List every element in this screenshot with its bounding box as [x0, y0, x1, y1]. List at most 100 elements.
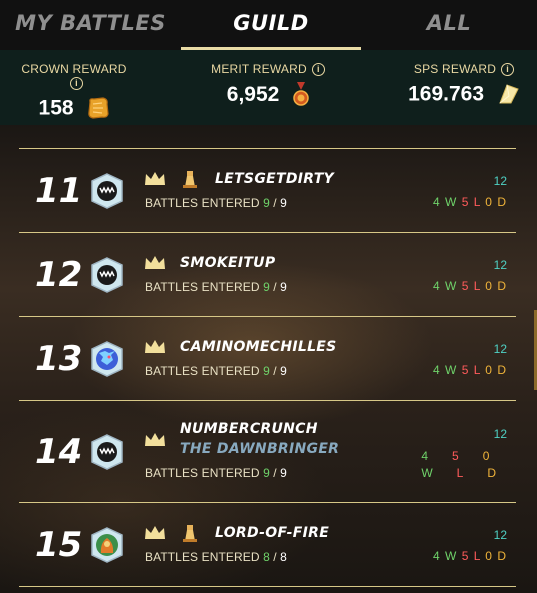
losses-count: 5 — [461, 195, 470, 209]
dragon-avatar-icon — [91, 341, 123, 377]
merit-reward-label: MERIT REWARD — [211, 62, 307, 76]
player-name-text: NUMBERCRUNCH — [180, 421, 318, 437]
monster-avatar-icon — [91, 173, 123, 209]
monster-avatar-icon — [91, 257, 123, 293]
wins-count: 4 — [421, 449, 428, 463]
wins-letter: W — [421, 466, 433, 480]
battles-entered-count: 9 — [263, 196, 270, 210]
crown-reward: CROWN REWARDi 158 — [14, 62, 134, 120]
merit-medal-icon — [293, 82, 309, 106]
wld-counts-row: 4 5 0 — [421, 449, 496, 463]
crown-icon — [145, 172, 165, 185]
win-loss-draw: 4 W 5 L 0 D — [433, 279, 507, 293]
wins-letter: W — [445, 195, 458, 209]
player-name-text: CAMINOMECHILLES — [180, 339, 337, 355]
player-score: 12 — [493, 174, 507, 188]
battles-entered-count: 9 — [263, 466, 270, 480]
player-name: LORD-OF-FIRE — [215, 523, 329, 543]
merit-reward-label-row: MERIT REWARD i — [203, 62, 333, 76]
battles-entered-count: 9 — [263, 280, 270, 294]
sps-reward-label: SPS REWARD — [413, 62, 497, 76]
battles-entered-count: 8 — [263, 550, 270, 564]
draws-count: 0 — [485, 195, 493, 209]
guild-tower-icon — [183, 525, 197, 542]
losses-letter: L — [473, 279, 481, 293]
losses-letter: L — [473, 549, 481, 563]
merit-reward-value: 6,952 — [226, 83, 280, 106]
info-icon[interactable]: i — [311, 63, 325, 76]
draws-letter: D — [497, 195, 507, 209]
wins-count: 4 — [432, 279, 441, 293]
draws-count: 0 — [485, 363, 493, 377]
wins-count: 4 — [432, 195, 441, 209]
battles-entered-total: 9 — [280, 196, 287, 210]
win-loss-draw: 4 W 5 L 0 D — [433, 195, 507, 209]
list-item[interactable]: 14 NUMBERCRUNCH THE DAWNBRINGER BATTLES … — [19, 400, 516, 502]
sps-token-icon — [499, 84, 519, 104]
sps-reward: SPS REWARD i 169.763 — [404, 62, 524, 106]
battles-entered-total: 9 — [280, 466, 287, 480]
tab-guild[interactable]: GUILD — [181, 0, 361, 50]
crown-reward-value: 158 — [38, 96, 74, 120]
list-item[interactable]: 15 LORD-OF-FIRE BATTLES ENTERED 8 / 8 12… — [19, 502, 516, 587]
battles-entered: BATTLES ENTERED 9 / 9 — [145, 364, 287, 378]
draws-letter: D — [497, 363, 507, 377]
wins-count: 4 — [432, 363, 441, 377]
merit-reward-value-row: 6,952 — [203, 82, 333, 108]
crown-icon — [145, 433, 165, 446]
sps-reward-label-row: SPS REWARD i — [404, 62, 524, 76]
player-title: THE DAWNBRINGER — [180, 441, 340, 457]
player-name: SMOKEITUP — [180, 253, 275, 273]
draws-count: 0 — [485, 549, 493, 563]
guild-tower-icon — [183, 171, 197, 188]
player-score: 12 — [493, 258, 507, 272]
losses-count: 5 — [461, 549, 470, 563]
crown-icon — [145, 340, 165, 353]
battles-entered-label: BATTLES ENTERED — [145, 466, 260, 480]
player-score: 12 — [493, 342, 507, 356]
fire-lord-avatar-icon — [91, 527, 123, 563]
win-loss-draw: 4 5 0 W L D — [421, 449, 496, 480]
tab-my-battles[interactable]: MY BATTLES — [0, 0, 181, 50]
battles-entered-label: BATTLES ENTERED — [145, 550, 260, 564]
win-loss-draw: 4 W 5 L 0 D — [433, 363, 507, 377]
losses-count: 5 — [452, 449, 459, 463]
battles-entered-total: 8 — [280, 550, 287, 564]
battles-entered: BATTLES ENTERED 9 / 9 — [145, 466, 287, 480]
sps-reward-value: 169.763 — [408, 82, 485, 106]
crown-reward-icon — [88, 97, 110, 120]
info-icon[interactable]: i — [70, 77, 83, 90]
draws-letter: D — [497, 279, 507, 293]
list-item[interactable]: 13 CAMINOMECHILLES BATTLES ENTERED 9 / 9… — [19, 316, 516, 400]
battles-entered-label: BATTLES ENTERED — [145, 364, 260, 378]
list-item[interactable]: 11 LETSGETDIRTY BATTLES ENTERED 9 / 9 12… — [19, 148, 516, 232]
rank-number: 12 — [35, 255, 83, 295]
rank-number: 15 — [35, 525, 83, 565]
info-icon[interactable]: i — [501, 63, 515, 76]
wins-letter: W — [445, 549, 458, 563]
losses-count: 5 — [461, 279, 470, 293]
player-score: 12 — [493, 528, 507, 542]
draws-count: 0 — [482, 449, 490, 463]
tab-all[interactable]: ALL — [361, 0, 537, 50]
sps-reward-value-row: 169.763 — [404, 82, 524, 106]
losses-letter: L — [473, 363, 481, 377]
battles-entered-total: 9 — [280, 364, 287, 378]
crown-icon — [145, 526, 165, 539]
wins-letter: W — [445, 279, 458, 293]
player-score: 12 — [493, 427, 507, 441]
losses-letter: L — [456, 466, 464, 480]
merit-reward: MERIT REWARD i 6,952 — [203, 62, 333, 108]
draws-letter: D — [497, 549, 507, 563]
crown-reward-label: CROWN REWARD — [21, 62, 127, 76]
rank-number: 13 — [35, 339, 83, 379]
tab-bar: MY BATTLES GUILD ALL — [0, 0, 537, 50]
crown-icon — [145, 256, 165, 269]
wins-letter: W — [445, 363, 458, 377]
wld-letters-row: WLD — [421, 466, 496, 480]
list-item[interactable]: 12 SMOKEITUP BATTLES ENTERED 9 / 9 12 4 … — [19, 232, 516, 316]
rank-number: 11 — [35, 171, 83, 211]
battles-entered-count: 9 — [263, 364, 270, 378]
crown-reward-value-row: 158 — [14, 96, 134, 120]
monster-avatar-icon — [91, 434, 123, 470]
